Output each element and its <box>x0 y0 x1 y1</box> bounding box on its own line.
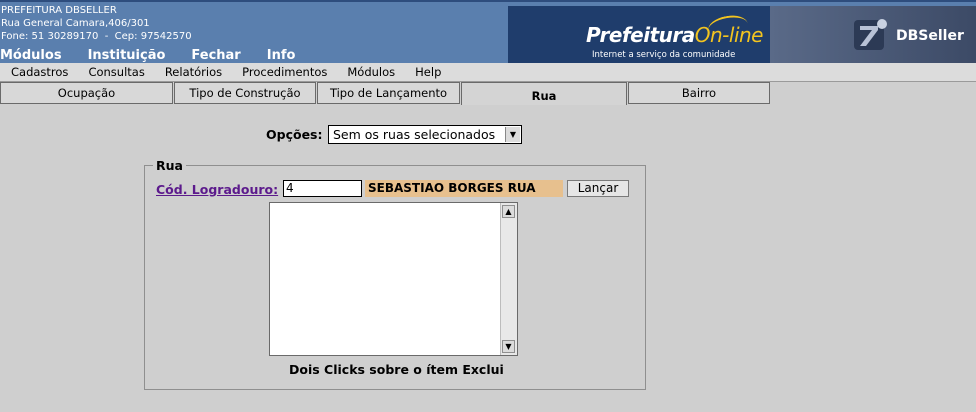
opcoes-select[interactable]: Sem os ruas selecionados ▼ <box>328 125 522 144</box>
opcoes-label: Opções: <box>266 127 323 142</box>
cod-logradouro-input[interactable]: 4 <box>283 180 362 197</box>
nav-fechar[interactable]: Fechar <box>191 48 240 63</box>
banner-title: PrefeituraOn-line <box>586 23 763 47</box>
dbseller-brand: DBSeller <box>896 28 964 44</box>
prefeitura-online-banner: PrefeituraOn-line Internet a serviço da … <box>508 6 770 63</box>
tab-tipo-lancamento[interactable]: Tipo de Lançamento <box>317 82 460 104</box>
dbseller-logo-area: DBSeller <box>770 6 976 63</box>
banner-tagline: Internet a serviço da comunidade <box>592 50 736 60</box>
menu-help[interactable]: Help <box>415 65 441 79</box>
tab-rua[interactable]: Rua <box>461 82 627 105</box>
menu-relatorios[interactable]: Relatórios <box>165 65 222 79</box>
scroll-down-icon[interactable]: ▼ <box>502 340 515 353</box>
menu-bar: Cadastros Consultas Relatórios Procedime… <box>0 63 976 82</box>
tab-tipo-construcao[interactable]: Tipo de Construção <box>174 82 316 104</box>
lancar-button[interactable]: Lançar <box>567 180 629 197</box>
nav-modulos[interactable]: Módulos <box>0 48 62 63</box>
org-contact: Fone: 51 30289170 - Cep: 97542570 <box>1 31 192 42</box>
menu-procedimentos[interactable]: Procedimentos <box>242 65 327 79</box>
header-top-line <box>0 0 976 2</box>
nav-info[interactable]: Info <box>267 48 296 63</box>
organization-info: PREFEITURA DBSELLER Rua General Camara,4… <box>1 4 192 43</box>
list-scrollbar[interactable]: ▲ ▼ <box>500 203 517 355</box>
tab-bairro[interactable]: Bairro <box>628 82 770 104</box>
main-nav: Módulos Instituição Fechar Info <box>0 48 321 63</box>
scroll-up-icon[interactable]: ▲ <box>502 205 515 218</box>
list-hint: Dois Clicks sobre o ítem Exclui <box>289 362 504 377</box>
menu-cadastros[interactable]: Cadastros <box>11 65 68 79</box>
nav-instituicao[interactable]: Instituição <box>88 48 166 63</box>
tab-ocupacao[interactable]: Ocupação <box>0 82 173 104</box>
menu-consultas[interactable]: Consultas <box>88 65 144 79</box>
street-name-field: SEBASTIAO BORGES RUA <box>365 180 563 197</box>
rua-fieldset-legend: Rua <box>156 158 183 173</box>
org-name: PREFEITURA DBSELLER <box>1 5 117 16</box>
cod-logradouro-link[interactable]: Cód. Logradouro: <box>156 182 278 197</box>
selected-streets-list[interactable]: ▲ ▼ <box>269 202 518 356</box>
opcoes-selected-value: Sem os ruas selecionados <box>333 127 496 142</box>
dbseller-logo-icon <box>854 19 887 50</box>
chevron-down-icon[interactable]: ▼ <box>505 127 520 142</box>
banner-title-online: On-line <box>694 23 764 47</box>
org-address: Rua General Camara,406/301 <box>1 18 150 29</box>
banner-title-prefeitura: Prefeitura <box>586 23 695 47</box>
app-header: PREFEITURA DBSELLER Rua General Camara,4… <box>0 0 976 63</box>
menu-modulos[interactable]: Módulos <box>347 65 395 79</box>
